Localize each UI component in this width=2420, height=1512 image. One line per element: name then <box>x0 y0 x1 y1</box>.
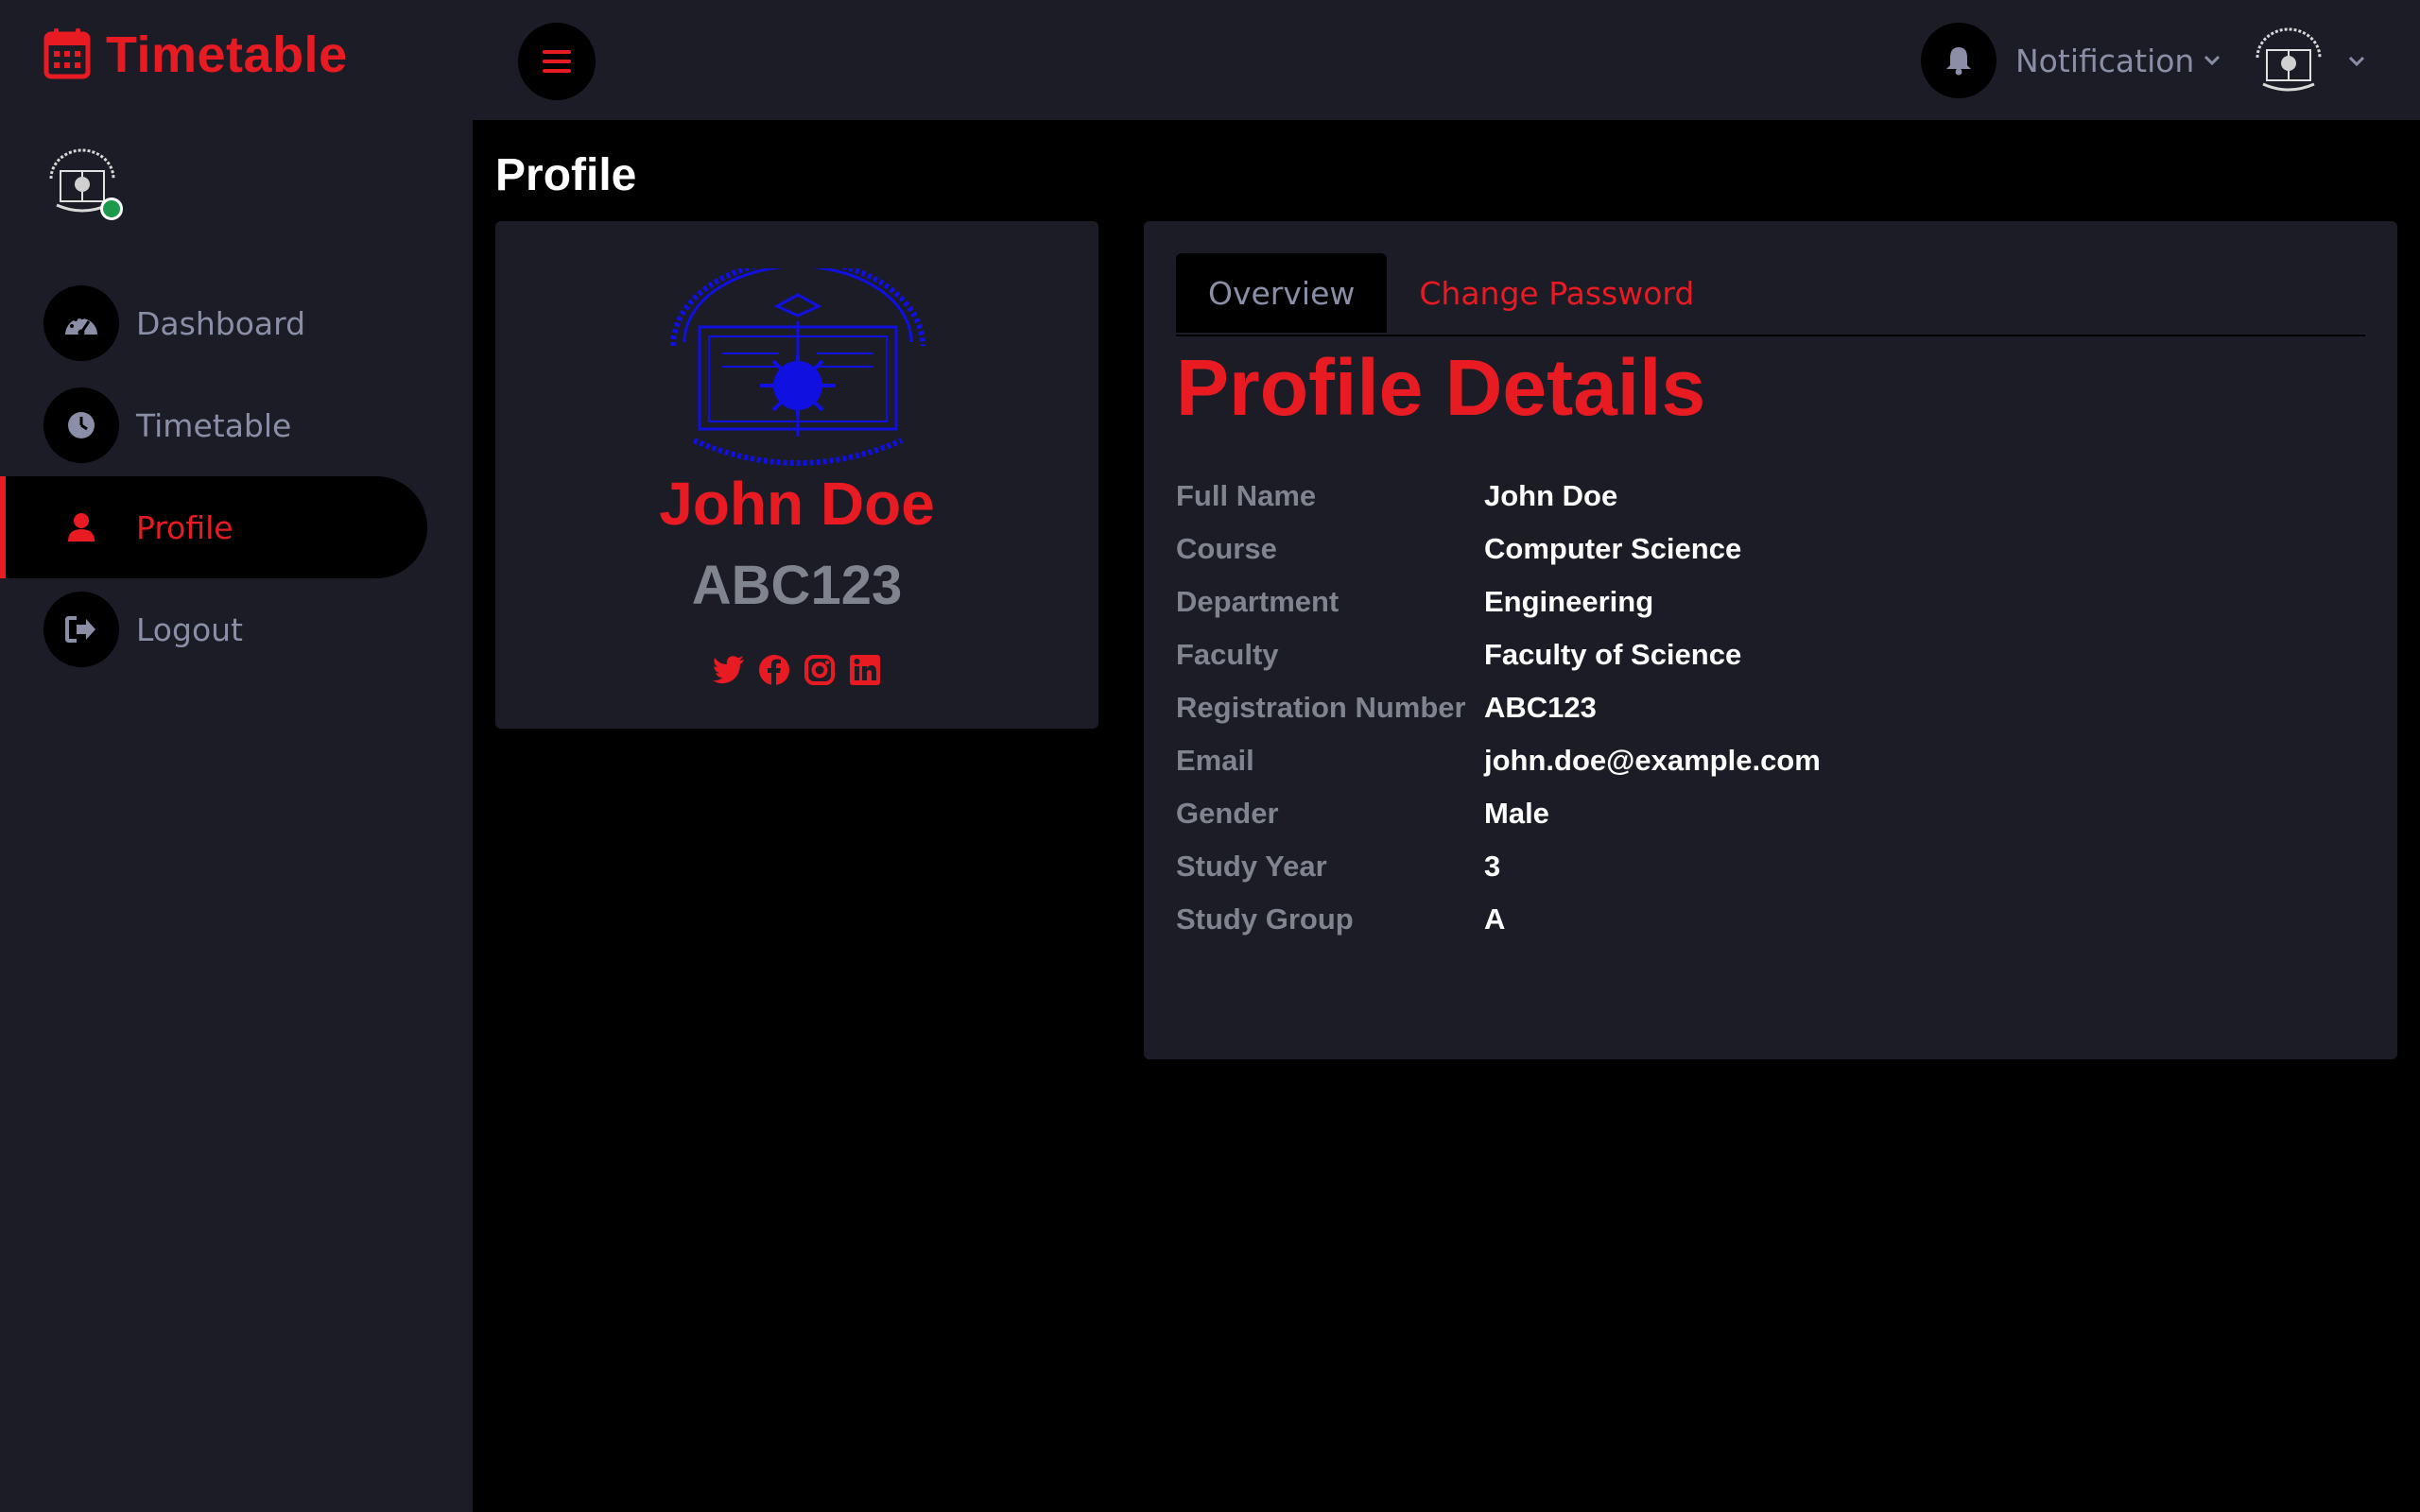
detail-row: Course Computer Science <box>1176 531 2365 567</box>
sidebar-item-dashboard[interactable]: Dashboard <box>0 272 427 374</box>
twitter-icon[interactable] <box>713 654 745 686</box>
detail-label: Email <box>1176 744 1254 777</box>
detail-value: 3 <box>1484 850 1501 883</box>
sidebar-item-profile[interactable]: Profile <box>0 476 427 578</box>
profile-card: John Doe ABC123 <box>495 221 1098 729</box>
detail-value: john.doe@example.com <box>1484 744 1821 777</box>
sidebar: Timetable Dashboard Timetable Profile Lo… <box>0 0 473 1512</box>
online-status-dot <box>100 198 123 220</box>
detail-label: Study Year <box>1176 850 1327 883</box>
detail-label: Study Group <box>1176 902 1354 936</box>
notification-label: Notification <box>2015 42 2195 79</box>
detail-label: Faculty <box>1176 638 1279 671</box>
brand-title: Timetable <box>106 26 348 83</box>
detail-value: Male <box>1484 797 1549 830</box>
sidebar-item-label: Logout <box>136 610 243 648</box>
sidebar-item-label: Dashboard <box>136 304 306 342</box>
university-logo <box>666 258 930 476</box>
detail-row: Full Name John Doe <box>1176 478 2365 514</box>
bell-icon <box>1921 23 1996 98</box>
detail-value: A <box>1484 902 1506 936</box>
menu-toggle-button[interactable] <box>518 23 596 100</box>
details-list: Full Name John Doe Course Computer Scien… <box>1176 478 2365 954</box>
page-title: Profile <box>495 150 637 200</box>
tab-overview[interactable]: Overview <box>1176 253 1388 333</box>
detail-label: Department <box>1176 585 1340 618</box>
tab-change-password[interactable]: Change Password <box>1387 253 1726 333</box>
chevron-down-icon <box>2348 53 2365 71</box>
chevron-down-icon <box>2204 52 2221 70</box>
sidebar-item-label: Timetable <box>136 406 292 444</box>
detail-value: ABC123 <box>1484 691 1597 724</box>
detail-value: Engineering <box>1484 585 1654 618</box>
social-links <box>495 654 1098 686</box>
detail-label: Registration Number <box>1176 691 1466 724</box>
clock-icon <box>43 387 119 463</box>
detail-row: Faculty Faculty of Science <box>1176 637 2365 673</box>
detail-row: Department Engineering <box>1176 584 2365 620</box>
detail-value: Faculty of Science <box>1484 638 1742 671</box>
detail-row: Study Group A <box>1176 902 2365 937</box>
profile-name: John Doe <box>659 470 935 538</box>
notification-dropdown[interactable]: Notification <box>1921 23 2221 98</box>
brand[interactable]: Timetable <box>43 21 348 89</box>
details-heading: Profile Details <box>1176 343 1706 432</box>
facebook-icon[interactable] <box>758 654 790 686</box>
sidebar-nav: Dashboard Timetable Profile Logout <box>0 272 473 680</box>
detail-value: John Doe <box>1484 479 1618 512</box>
sidebar-item-label: Profile <box>136 508 233 546</box>
user-icon <box>43 490 119 565</box>
detail-row: Email john.doe@example.com <box>1176 743 2365 779</box>
instagram-icon[interactable] <box>804 654 836 686</box>
profile-tabs: Overview Change Password <box>1176 253 2365 336</box>
user-avatar <box>2250 26 2327 97</box>
detail-value: Computer Science <box>1484 532 1742 565</box>
logout-icon <box>43 592 119 667</box>
detail-row: Study Year 3 <box>1176 849 2365 885</box>
sidebar-avatar[interactable] <box>43 146 123 220</box>
linkedin-icon[interactable] <box>849 654 881 686</box>
hamburger-icon <box>543 50 571 73</box>
sidebar-item-logout[interactable]: Logout <box>0 578 427 680</box>
calendar-icon <box>43 26 91 83</box>
top-header: Notification <box>473 0 2420 120</box>
detail-row: Gender Male <box>1176 796 2365 832</box>
university-logo-icon <box>2256 27 2322 92</box>
detail-label: Full Name <box>1176 479 1317 512</box>
user-menu-dropdown[interactable] <box>2250 23 2365 100</box>
sidebar-item-timetable[interactable]: Timetable <box>0 374 427 476</box>
detail-label: Gender <box>1176 797 1279 830</box>
detail-label: Course <box>1176 532 1277 565</box>
detail-row: Registration Number ABC123 <box>1176 690 2365 726</box>
profile-details-card: Overview Change Password Profile Details… <box>1144 221 2397 1059</box>
profile-registration: ABC123 <box>691 555 903 616</box>
speedometer-icon <box>43 285 119 361</box>
